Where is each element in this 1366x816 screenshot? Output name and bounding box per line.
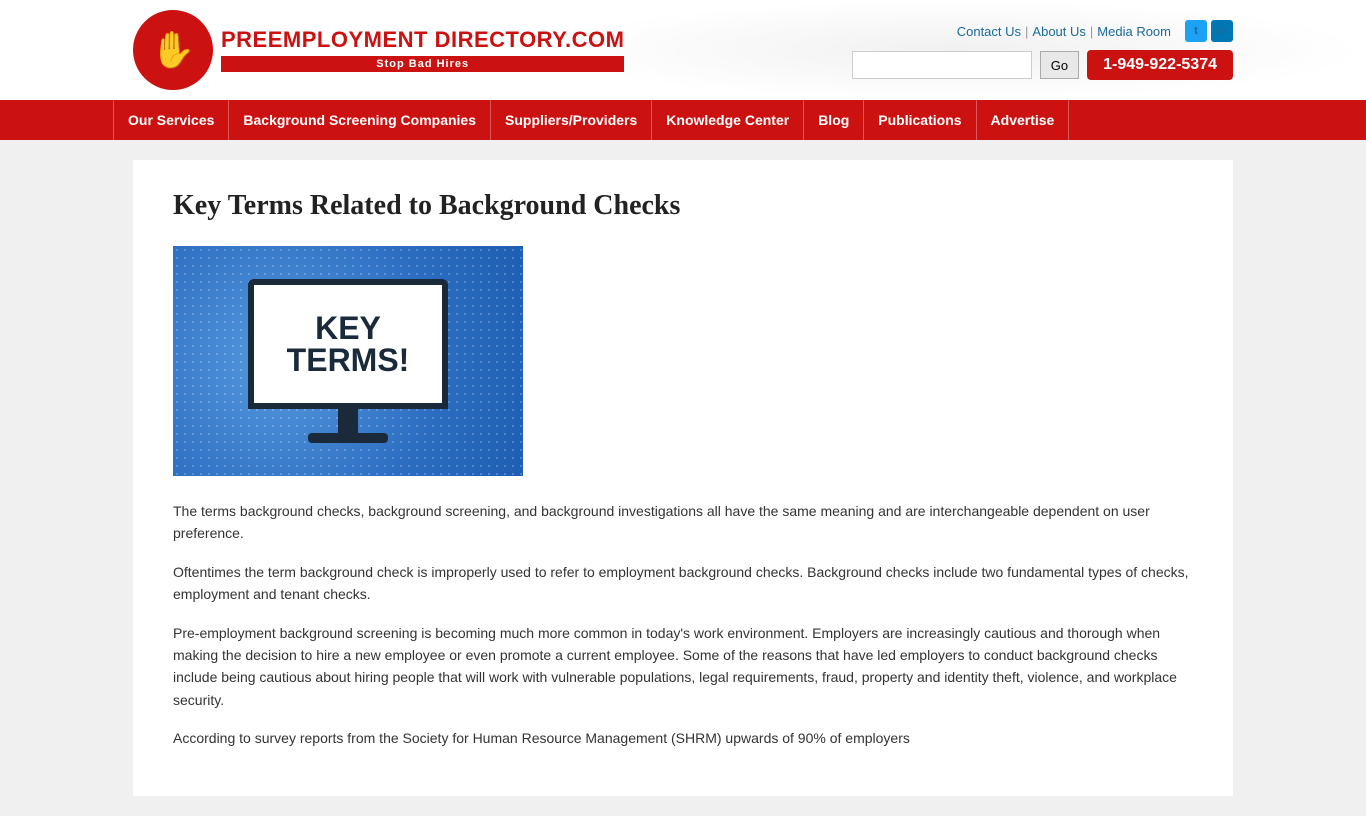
nav-suppliers[interactable]: Suppliers/Providers xyxy=(491,100,652,140)
content-area: Key Terms Related to Background Checks K… xyxy=(133,160,1233,796)
search-input[interactable] xyxy=(852,51,1032,79)
nav-background-screening[interactable]: Background Screening Companies xyxy=(229,100,491,140)
paragraph-4: According to survey reports from the Soc… xyxy=(173,727,1193,749)
linkedin-icon[interactable]: in xyxy=(1211,20,1233,42)
media-room-link[interactable]: Media Room xyxy=(1097,24,1171,39)
nav-our-services[interactable]: Our Services xyxy=(113,100,229,140)
social-icons: t in xyxy=(1185,20,1233,42)
logo-text-area: PREEMPLOYMENT DIRECTORY.COM Stop Bad Hir… xyxy=(221,28,624,71)
page-title: Key Terms Related to Background Checks xyxy=(173,190,1193,222)
sep2: | xyxy=(1090,24,1093,39)
contact-us-link[interactable]: Contact Us xyxy=(957,24,1021,39)
nav-publications[interactable]: Publications xyxy=(864,100,976,140)
monitor-line1: KEY xyxy=(315,312,381,344)
nav-blog[interactable]: Blog xyxy=(804,100,864,140)
navbar-inner: Our Services Background Screening Compan… xyxy=(113,100,1253,140)
header-search-row: Go 1-949-922-5374 xyxy=(852,50,1233,80)
header-right: Contact Us | About Us | Media Room t in … xyxy=(852,20,1233,80)
monitor-screen: KEY TERMS! xyxy=(248,279,448,409)
logo-text-bottom: Stop Bad Hires xyxy=(221,56,624,72)
monitor-stand-neck xyxy=(338,409,358,433)
logo-badge xyxy=(133,10,213,90)
paragraph-1: The terms background checks, background … xyxy=(173,500,1193,545)
monitor-stand-base xyxy=(308,433,388,443)
sep1: | xyxy=(1025,24,1028,39)
monitor-line2: TERMS! xyxy=(287,344,410,376)
twitter-icon[interactable]: t xyxy=(1185,20,1207,42)
about-us-link[interactable]: About Us xyxy=(1032,24,1085,39)
article-body: The terms background checks, background … xyxy=(173,500,1193,750)
logo-text-top: PREEMPLOYMENT DIRECTORY.COM xyxy=(221,28,624,52)
header: PREEMPLOYMENT DIRECTORY.COM Stop Bad Hir… xyxy=(0,0,1366,100)
phone-button[interactable]: 1-949-922-5374 xyxy=(1087,50,1233,80)
article-image: KEY TERMS! xyxy=(173,246,523,476)
nav-advertise[interactable]: Advertise xyxy=(977,100,1070,140)
logo-area: PREEMPLOYMENT DIRECTORY.COM Stop Bad Hir… xyxy=(133,10,624,90)
nav-knowledge-center[interactable]: Knowledge Center xyxy=(652,100,804,140)
monitor-container: KEY TERMS! xyxy=(248,279,448,443)
paragraph-3: Pre-employment background screening is b… xyxy=(173,622,1193,712)
navbar: Our Services Background Screening Compan… xyxy=(0,100,1366,140)
main-wrapper: Key Terms Related to Background Checks K… xyxy=(113,140,1253,816)
paragraph-2: Oftentimes the term background check is … xyxy=(173,561,1193,606)
go-button[interactable]: Go xyxy=(1040,51,1079,79)
header-links: Contact Us | About Us | Media Room t in xyxy=(957,20,1233,42)
